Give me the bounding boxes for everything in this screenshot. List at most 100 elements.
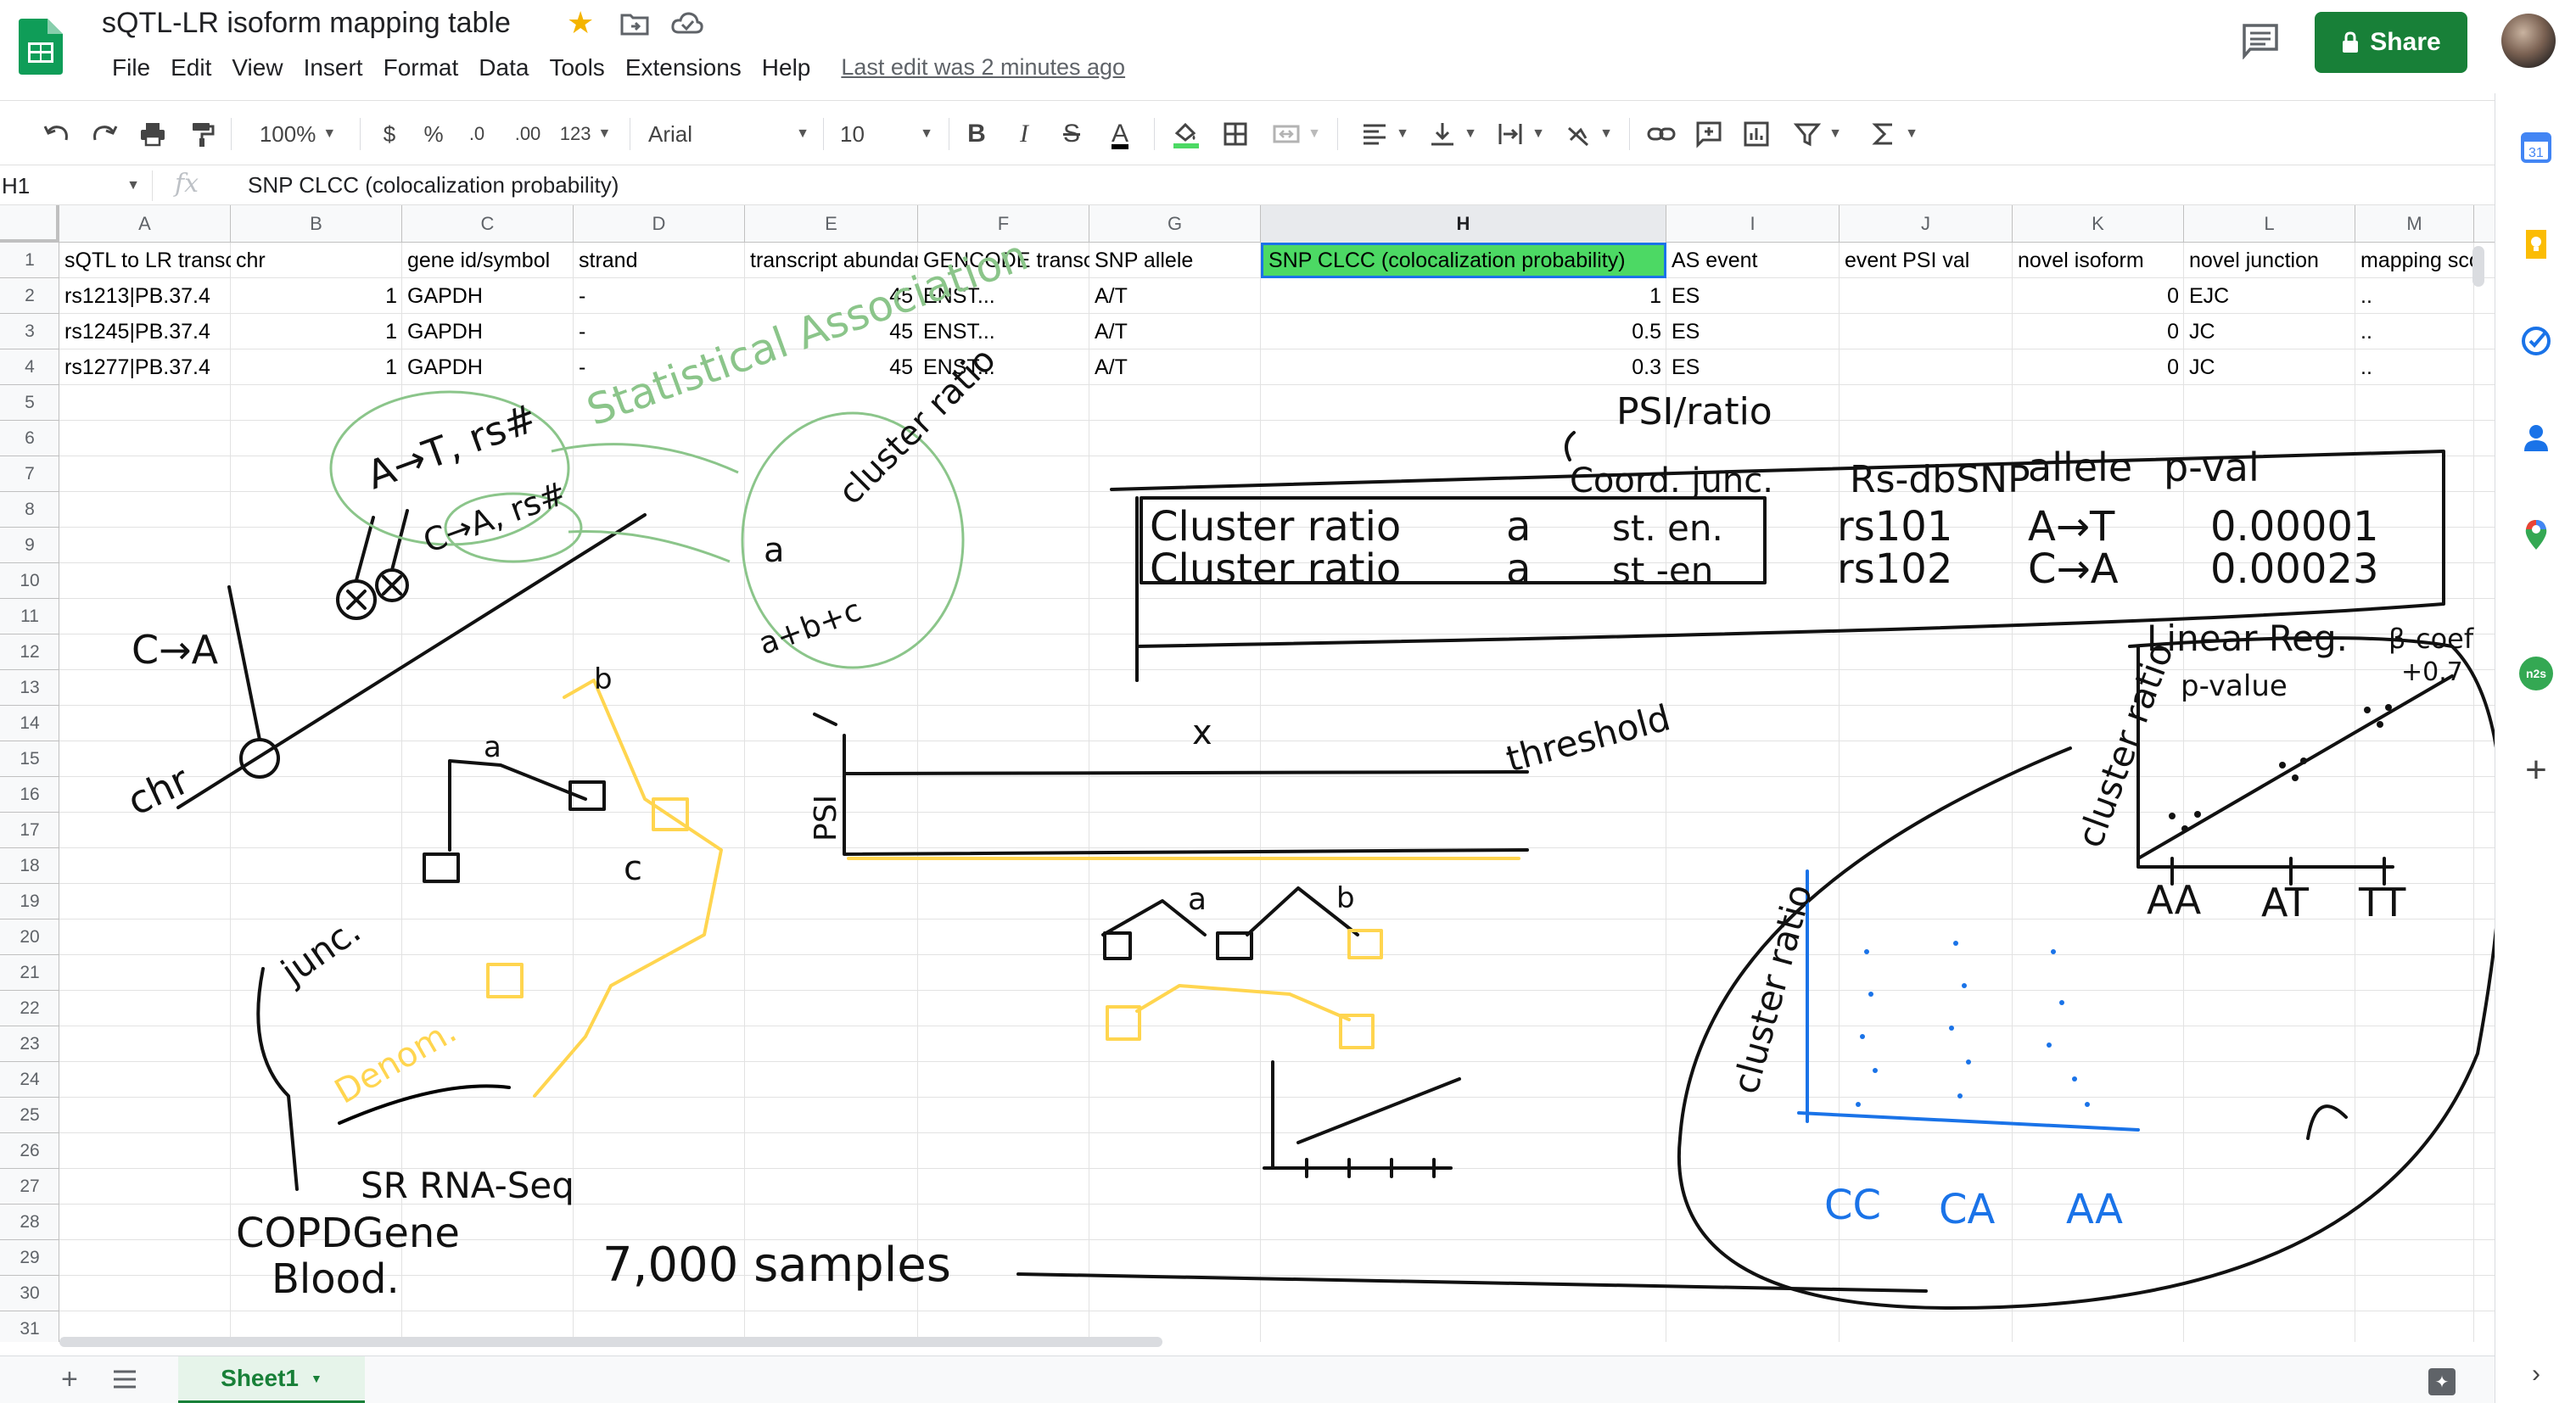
row-header-3[interactable]: 3	[0, 314, 59, 349]
column-header-d[interactable]: D	[574, 205, 745, 243]
column-header-e[interactable]: E	[745, 205, 918, 243]
table-cell[interactable]: ENST...	[918, 278, 1089, 314]
italic-button[interactable]: I	[1011, 116, 1037, 152]
menu-view[interactable]: View	[221, 53, 293, 83]
table-cell[interactable]	[1840, 349, 2013, 385]
menu-insert[interactable]: Insert	[294, 53, 373, 83]
row-header-4[interactable]: 4	[0, 349, 59, 385]
table-cell[interactable]: ES	[1666, 278, 1840, 314]
row-header-27[interactable]: 27	[0, 1169, 59, 1205]
share-button[interactable]: Share	[2315, 12, 2467, 73]
header-cell[interactable]: mapping score	[2355, 243, 2474, 278]
vertical-align-icon[interactable]: ▼	[1425, 116, 1480, 152]
header-cell[interactable]: AS event	[1666, 243, 1840, 278]
table-cell[interactable]: ES	[1666, 349, 1840, 385]
table-cell[interactable]: GAPDH	[402, 314, 574, 349]
table-cell[interactable]: -	[574, 314, 745, 349]
currency-format-button[interactable]: $	[377, 116, 402, 152]
merge-cells-icon[interactable]: ▼	[1269, 116, 1324, 152]
row-header-19[interactable]: 19	[0, 884, 59, 919]
print-icon[interactable]	[136, 116, 170, 152]
menu-edit[interactable]: Edit	[160, 53, 221, 83]
column-header-j[interactable]: J	[1840, 205, 2013, 243]
table-cell[interactable]: ..	[2355, 314, 2474, 349]
row-header-25[interactable]: 25	[0, 1098, 59, 1133]
row-header-20[interactable]: 20	[0, 919, 59, 955]
row-header-1[interactable]: 1	[0, 243, 59, 278]
row-header-18[interactable]: 18	[0, 848, 59, 884]
row-header-12[interactable]: 12	[0, 634, 59, 670]
table-cell[interactable]: 0.5	[1261, 314, 1666, 349]
table-cell[interactable]	[1840, 314, 2013, 349]
table-cell[interactable]: GAPDH	[402, 349, 574, 385]
table-cell[interactable]: 1	[231, 349, 402, 385]
table-cell[interactable]: A/T	[1089, 314, 1261, 349]
menu-file[interactable]: File	[102, 53, 160, 83]
menu-extensions[interactable]: Extensions	[615, 53, 752, 83]
filter-icon[interactable]: ▼	[1790, 116, 1845, 152]
horizontal-scrollbar[interactable]	[59, 1337, 1162, 1347]
table-cell[interactable]: rs1245|PB.37.4	[59, 314, 231, 349]
table-cell[interactable]: JC	[2184, 349, 2355, 385]
maps-icon[interactable]	[2519, 517, 2553, 551]
row-header-23[interactable]: 23	[0, 1026, 59, 1062]
table-cell[interactable]: ENST...	[918, 314, 1089, 349]
header-cell[interactable]: strand	[574, 243, 745, 278]
table-cell[interactable]: rs1213|PB.37.4	[59, 278, 231, 314]
row-header-21[interactable]: 21	[0, 955, 59, 991]
row-header-31[interactable]: 31	[0, 1311, 59, 1342]
table-cell[interactable]: rs1277|PB.37.4	[59, 349, 231, 385]
menu-format[interactable]: Format	[373, 53, 469, 83]
table-cell[interactable]: A/T	[1089, 278, 1261, 314]
all-sheets-icon[interactable]	[112, 1368, 137, 1390]
select-all-corner[interactable]	[0, 205, 59, 243]
comment-history-icon[interactable]	[2240, 22, 2281, 60]
header-cell[interactable]: SNP allele	[1089, 243, 1261, 278]
insert-link-icon[interactable]	[1644, 116, 1678, 152]
column-header-k[interactable]: K	[2013, 205, 2184, 243]
row-header-10[interactable]: 10	[0, 563, 59, 599]
n2s-addon-icon[interactable]: n2s	[2519, 657, 2553, 690]
text-wrapping-icon[interactable]: ▼	[1493, 116, 1548, 152]
text-color-button[interactable]: A	[1101, 116, 1139, 152]
column-header-a[interactable]: A	[59, 205, 231, 243]
more-formats-button[interactable]: 123 ▼	[557, 116, 614, 152]
row-header-15[interactable]: 15	[0, 741, 59, 777]
row-header-2[interactable]: 2	[0, 278, 59, 314]
hide-side-panel-icon[interactable]: ›	[2519, 1357, 2553, 1391]
document-title[interactable]: sQTL-LR isoform mapping table	[102, 7, 511, 40]
table-cell[interactable]: 0	[2013, 349, 2184, 385]
column-header-g[interactable]: G	[1089, 205, 1261, 243]
avatar[interactable]	[2501, 14, 2556, 68]
functions-icon[interactable]: ▼	[1867, 116, 1921, 152]
bold-button[interactable]: B	[964, 116, 989, 152]
decrease-decimal-button[interactable]: .0	[462, 116, 492, 152]
tasks-icon[interactable]	[2519, 324, 2553, 358]
vertical-scrollbar[interactable]	[2472, 246, 2484, 287]
add-addon-icon[interactable]: +	[2519, 749, 2553, 791]
insert-comment-icon[interactable]	[1692, 116, 1726, 152]
horizontal-align-icon[interactable]: ▼	[1358, 116, 1412, 152]
move-to-folder-icon[interactable]	[619, 8, 650, 39]
column-header-i[interactable]: I	[1666, 205, 1840, 243]
table-cell[interactable]	[1840, 278, 2013, 314]
star-icon[interactable]: ★	[567, 5, 594, 41]
header-cell[interactable]: event PSI val	[1840, 243, 2013, 278]
contacts-icon[interactable]	[2519, 421, 2553, 455]
table-cell[interactable]: 0.3	[1261, 349, 1666, 385]
row-header-29[interactable]: 29	[0, 1240, 59, 1276]
insert-chart-icon[interactable]	[1739, 116, 1773, 152]
row-header-16[interactable]: 16	[0, 777, 59, 813]
table-cell[interactable]: 0	[2013, 278, 2184, 314]
font-family-select[interactable]: Arial ▼	[648, 116, 809, 152]
table-cell[interactable]: GAPDH	[402, 278, 574, 314]
table-cell[interactable]: 45	[745, 314, 918, 349]
row-header-13[interactable]: 13	[0, 670, 59, 706]
paint-format-icon[interactable]	[185, 116, 219, 152]
header-cell[interactable]: sQTL to LR transcript	[59, 243, 231, 278]
column-header-m[interactable]: M	[2355, 205, 2474, 243]
undo-icon[interactable]	[39, 116, 73, 152]
header-cell[interactable]: novel junction	[2184, 243, 2355, 278]
sheet-tab-sheet1[interactable]: Sheet1 ▼	[178, 1356, 365, 1403]
selected-cell[interactable]: SNP CLCC (colocalization probability)	[1261, 243, 1666, 278]
